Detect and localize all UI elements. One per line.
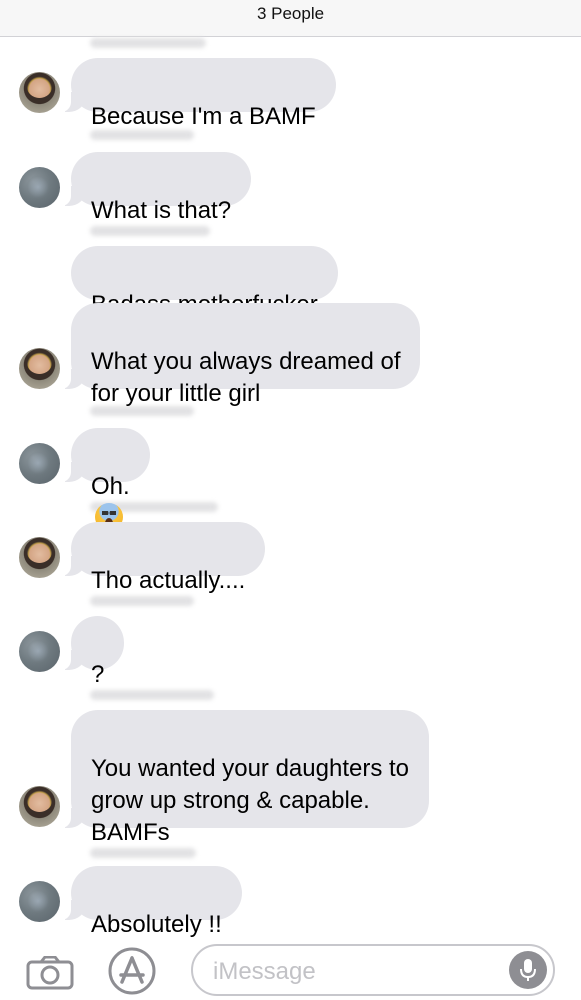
avatar[interactable] [19, 786, 60, 827]
sender-name-blurred [90, 848, 196, 858]
app-store-icon[interactable] [108, 947, 156, 995]
message-bubble[interactable]: Because I'm a BAMF [61, 58, 336, 130]
avatar[interactable] [19, 348, 60, 389]
microphone-icon[interactable] [509, 951, 547, 989]
avatar[interactable] [19, 167, 60, 208]
conversation-title[interactable]: 3 People [0, 4, 581, 24]
message-text: Absolutely !! [91, 911, 222, 938]
message-bubble[interactable]: What you always dreamed of for your litt… [60, 303, 421, 407]
avatar[interactable] [19, 881, 60, 922]
message-input-placeholder: iMessage [213, 958, 316, 985]
message-bubble[interactable]: Oh. [61, 428, 150, 531]
avatar[interactable] [19, 631, 60, 672]
message-text: What is that? [91, 197, 232, 224]
sender-name-blurred [90, 38, 206, 48]
avatar[interactable] [19, 72, 60, 113]
message-bubble[interactable]: Tho actually.... [60, 522, 266, 594]
avatar[interactable] [19, 443, 60, 484]
sender-name-blurred [90, 596, 194, 606]
message-bubble[interactable]: Badass motherfucker [71, 246, 338, 349]
message-text: What you always dreamed of for your litt… [91, 348, 401, 407]
message-bubble[interactable]: You wanted your daughters to grow up str… [60, 710, 430, 846]
message-input[interactable]: iMessage [191, 944, 555, 996]
message-text: Tho actually.... [91, 567, 246, 594]
camera-icon[interactable] [26, 955, 74, 990]
avatar[interactable] [19, 537, 60, 578]
sender-name-blurred [90, 226, 210, 236]
message-bubble[interactable]: Absolutely !! [61, 866, 242, 938]
message-bubble[interactable]: What is that? [60, 152, 252, 224]
sender-name-blurred [90, 690, 214, 700]
message-text: You wanted your daughters to grow up str… [91, 755, 410, 846]
conversation-header: 3 People [0, 0, 581, 37]
message-text: Oh. [91, 473, 130, 500]
message-text: ? [91, 661, 105, 688]
message-text: Because I'm a BAMF [91, 103, 316, 130]
message-bubble[interactable]: ? [60, 616, 125, 688]
